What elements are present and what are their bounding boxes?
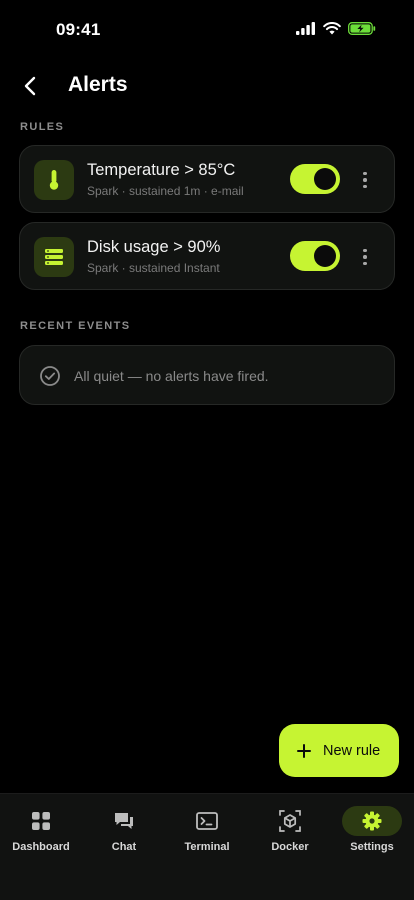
new-rule-button[interactable]: New rule (279, 724, 399, 777)
wifi-icon (323, 22, 341, 35)
nav-item-chat[interactable]: Chat (83, 794, 165, 864)
recent-events-section-label: RECENT EVENTS (20, 320, 131, 332)
cellular-signal-icon (296, 22, 315, 35)
nav-active-pill (342, 806, 402, 836)
rule-more-button[interactable] (354, 166, 376, 194)
new-rule-label: New rule (323, 742, 381, 759)
events-empty-text: All quiet — no alerts have fired. (74, 368, 269, 384)
rule-subtitle: Spark · sustained 1m · e-mail (87, 184, 244, 198)
more-vertical-icon (363, 171, 367, 176)
nav-label: Docker (271, 841, 309, 853)
rule-enabled-toggle[interactable] (290, 164, 340, 194)
thermometer-icon (49, 170, 59, 190)
rule-card-disk-usage[interactable]: Disk usage > 90% Spark · sustained Insta… (19, 222, 395, 290)
rule-more-button[interactable] (354, 243, 376, 271)
nav-item-docker[interactable]: Docker (249, 794, 331, 864)
server-stack-icon (45, 249, 63, 265)
rule-enabled-toggle[interactable] (290, 241, 340, 271)
container-icon (279, 810, 301, 832)
bottom-nav: Dashboard Chat Terminal Docker Settings (0, 793, 414, 900)
page-title: Alerts (68, 73, 128, 96)
toggle-knob (314, 168, 336, 190)
nav-item-terminal[interactable]: Terminal (166, 794, 248, 864)
rule-icon-badge (34, 160, 74, 200)
recent-events-empty-card: All quiet — no alerts have fired. (19, 345, 395, 405)
rule-subtitle: Spark · sustained Instant (87, 261, 220, 275)
nav-item-dashboard[interactable]: Dashboard (0, 794, 82, 864)
toggle-knob (314, 245, 336, 267)
rule-title: Disk usage > 90% (87, 238, 221, 256)
battery-charging-icon (348, 22, 376, 35)
status-icons (296, 22, 376, 35)
rules-section-label: RULES (20, 121, 65, 133)
nav-label: Terminal (184, 841, 230, 853)
rule-title: Temperature > 85°C (87, 161, 236, 179)
back-button[interactable] (14, 70, 46, 102)
gear-icon (362, 811, 382, 831)
chevron-left-icon (24, 76, 36, 96)
nav-item-settings[interactable]: Settings (331, 794, 413, 864)
rule-card-temperature[interactable]: Temperature > 85°C Spark · sustained 1m … (19, 145, 395, 213)
header: Alerts (0, 68, 414, 104)
nav-label: Settings (350, 841, 394, 853)
rule-icon-badge (34, 237, 74, 277)
status-time: 09:41 (56, 20, 101, 39)
terminal-icon (196, 812, 218, 830)
nav-label: Chat (111, 841, 137, 853)
grid-icon (32, 812, 50, 830)
more-vertical-icon (363, 248, 367, 253)
nav-label: Dashboard (12, 841, 70, 853)
plus-icon (297, 743, 311, 758)
alerts-screen: 09:41 Alerts RULES Temperature > 85°C Sp… (0, 0, 414, 900)
chat-icon (115, 813, 133, 829)
check-circle-icon (40, 366, 60, 386)
status-bar: 09:41 (0, 0, 414, 60)
